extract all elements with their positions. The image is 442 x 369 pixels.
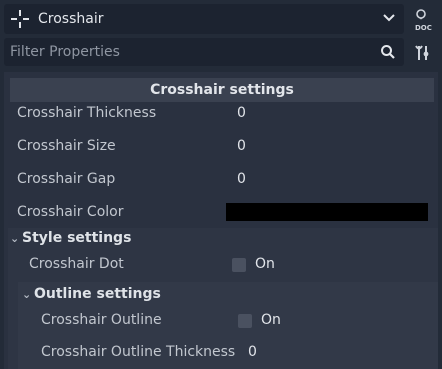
property-label: Crosshair Thickness (17, 105, 157, 121)
property-label: Crosshair Outline (41, 312, 162, 328)
node-title: Crosshair (38, 11, 104, 27)
group-style-settings[interactable]: ⌄ Style settings (10, 227, 131, 249)
color-picker-swatch[interactable] (226, 203, 428, 221)
outline-thickness-value[interactable]: 0 (248, 344, 257, 360)
group-title: Style settings (22, 230, 132, 246)
gap-value[interactable]: 0 (237, 171, 246, 187)
size-value[interactable]: 0 (237, 138, 246, 154)
chevron-down-icon[interactable] (382, 11, 396, 29)
crosshair-node-icon (10, 9, 34, 29)
group-outline-settings[interactable]: ⌄ Outline settings (22, 283, 161, 305)
property-label: Crosshair Size (17, 138, 116, 154)
property-label: Crosshair Gap (17, 171, 116, 187)
group-title: Outline settings (34, 286, 161, 302)
property-row-gap: Crosshair Gap 0 (17, 164, 437, 194)
inspector-tools-icon[interactable] (414, 44, 432, 66)
property-row-outline: Crosshair Outline (41, 305, 431, 335)
property-row-thickness: Crosshair Thickness 0 (17, 98, 437, 128)
crosshair-dot-checkbox[interactable] (232, 258, 246, 272)
node-selector[interactable]: Crosshair (4, 4, 404, 34)
checkbox-label: On (261, 312, 281, 328)
chevron-down-icon: ⌄ (22, 287, 32, 301)
property-label: Crosshair Outline Thickness (41, 344, 236, 360)
property-label: Crosshair Color (17, 204, 124, 220)
node-header: Crosshair DOC (0, 0, 442, 38)
doc-label: DOC (415, 24, 432, 32)
property-row-dot: Crosshair Dot (29, 249, 429, 279)
filter-placeholder: Filter Properties (10, 44, 120, 60)
doc-button[interactable]: DOC (412, 8, 436, 32)
filter-bar: Filter Properties (0, 38, 442, 68)
thickness-value[interactable]: 0 (237, 105, 246, 121)
checkbox-label: On (255, 256, 275, 272)
inspector-panel: Crosshair settings Crosshair Thickness 0… (4, 72, 438, 369)
search-icon (380, 44, 396, 64)
crosshair-outline-checkbox[interactable] (238, 314, 252, 328)
chevron-down-icon: ⌄ (10, 231, 20, 245)
filter-properties-input[interactable]: Filter Properties (4, 38, 404, 66)
property-row-size: Crosshair Size 0 (17, 131, 437, 161)
property-label: Crosshair Dot (29, 256, 124, 272)
property-row-outline-thickness: Crosshair Outline Thickness 0 (41, 337, 431, 367)
